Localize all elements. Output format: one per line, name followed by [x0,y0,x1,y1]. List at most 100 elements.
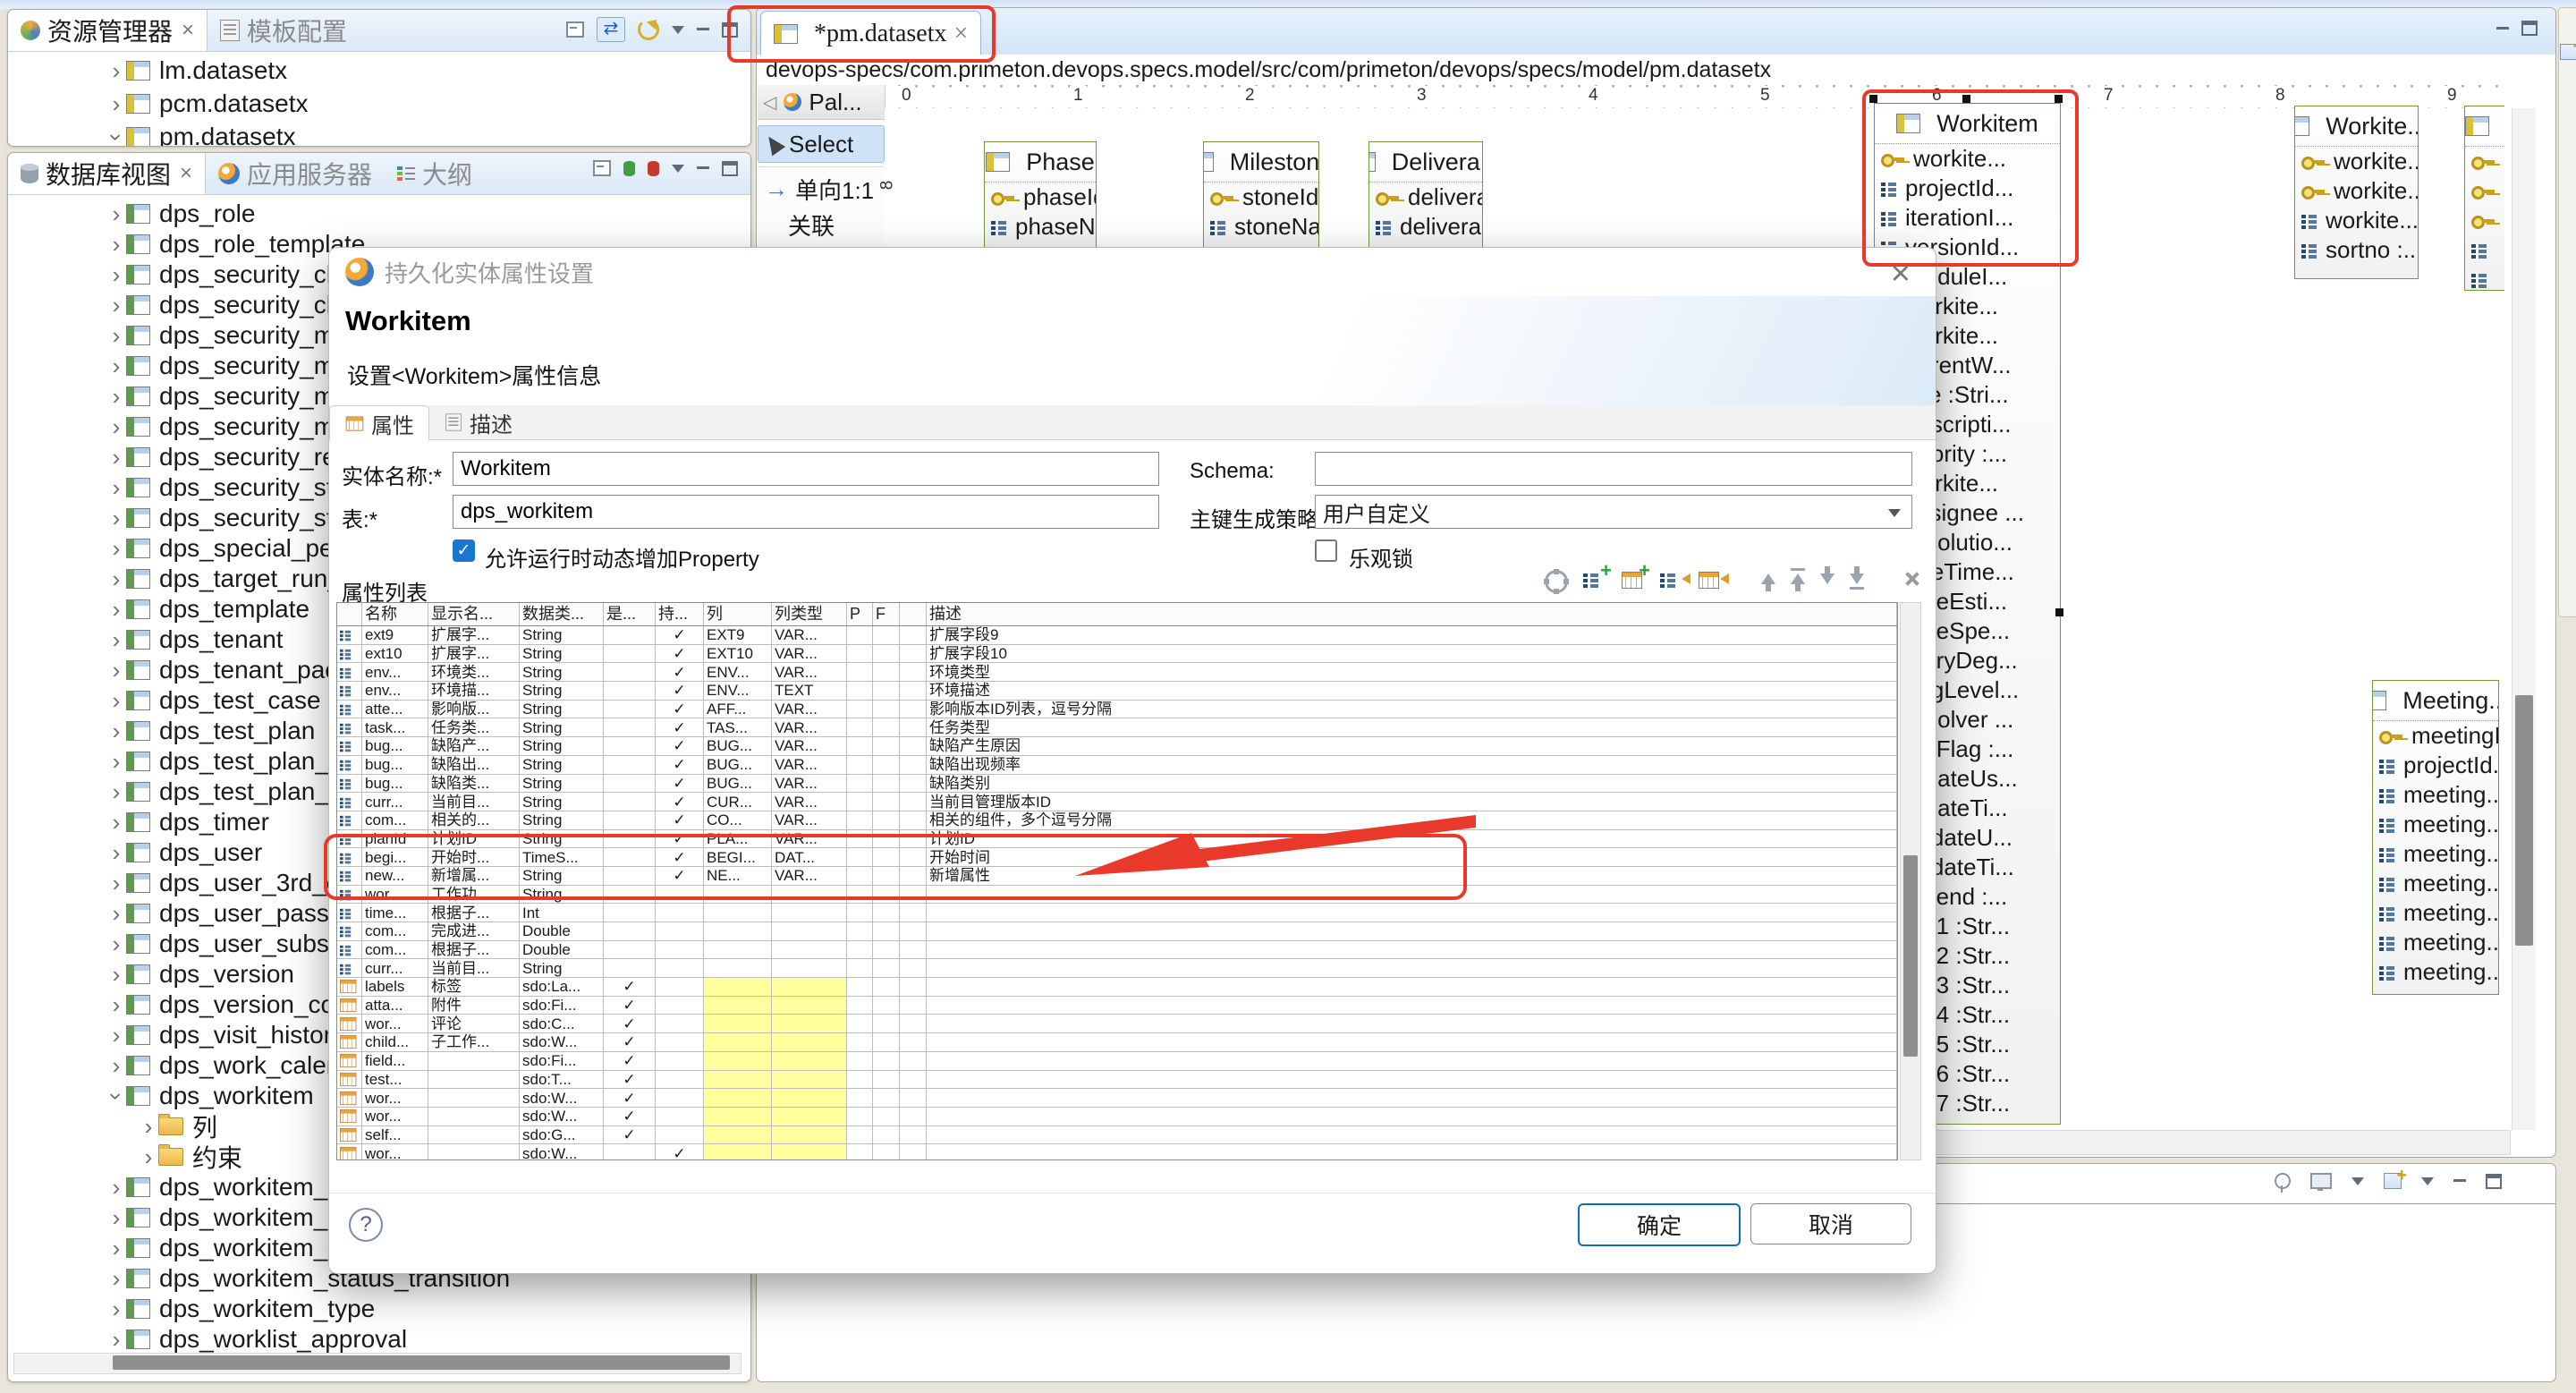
tree-item-dps_worklist_approval[interactable]: › dps_worklist_approval [106,1325,407,1354]
property-table-vscrollbar[interactable] [1900,602,1921,1160]
datatype-cell[interactable]: String [520,663,604,682]
datatype-cell[interactable]: sdo:W... [520,1144,604,1159]
selection-handle[interactable] [2055,608,2063,616]
tree-chevron-icon[interactable]: › [106,1326,126,1354]
name-cell[interactable]: com... [362,922,428,940]
name-cell[interactable]: planId [362,829,428,848]
column-type-cell[interactable] [772,922,847,940]
tree-chevron-icon[interactable]: › [106,1265,126,1293]
column-type-cell[interactable] [772,1144,847,1159]
property-row-new...[interactable]: new... 新增属... String ✓ NE... VAR... 新增属性 [337,866,1897,886]
dialog-tab-properties[interactable]: 属性 [329,405,429,441]
name-cell[interactable]: bug... [362,737,428,755]
persist-cell[interactable] [656,940,704,959]
spacer-cell[interactable] [900,1051,927,1070]
column-header-显示名...[interactable]: 显示名... [428,603,520,625]
required-cell[interactable]: ✓ [604,996,656,1015]
entity-field[interactable]: workite... [1875,144,2060,174]
f-cell[interactable] [873,774,900,793]
entity-deliverable[interactable]: Delivera... deliverab... deliverab... [1368,141,1483,259]
tree-item-dps_visit_history[interactable]: › dps_visit_history [106,1021,344,1049]
tree-chevron-icon[interactable]: › [106,565,126,593]
table-settings-icon[interactable] [1545,568,1568,593]
column-cell[interactable] [704,1051,772,1070]
tree-chevron-icon[interactable]: › [106,809,126,837]
required-cell[interactable] [604,848,656,866]
f-cell[interactable] [873,811,900,829]
tree-chevron-icon[interactable]: › [106,596,126,624]
f-cell[interactable] [873,866,900,885]
datatype-cell[interactable]: String [520,885,604,904]
column-type-cell[interactable] [772,885,847,904]
name-cell[interactable]: atta... [362,996,428,1015]
column-type-cell[interactable]: VAR... [772,700,847,718]
tab-resource-explorer[interactable]: 资源管理器 × [8,10,208,51]
p-cell[interactable] [847,718,873,737]
description-cell[interactable]: 缺陷出现频率 [927,755,1897,774]
required-cell[interactable]: ✓ [604,1107,656,1125]
column-cell[interactable]: BEGI... [704,848,772,866]
property-row-planId[interactable]: planId 计划ID String ✓ PLA... VAR... 计划ID [337,829,1897,849]
p-cell[interactable] [847,682,873,700]
tree-chevron-icon[interactable]: › [106,626,126,654]
tree-item-dps_workitem_type[interactable]: › dps_workitem_type [106,1295,376,1323]
move-down-icon[interactable] [1820,566,1835,584]
maximize-view-icon[interactable] [722,21,738,38]
name-cell[interactable]: test... [362,1070,428,1089]
entity-field[interactable] [2465,176,2504,206]
p-cell[interactable] [847,755,873,774]
property-row-labels[interactable]: labels 标签 sdo:La... ✓ [337,978,1897,997]
p-cell[interactable] [847,1125,873,1144]
description-cell[interactable] [927,1033,1897,1051]
column-type-cell[interactable]: VAR... [772,793,847,811]
entity-field[interactable]: workite... [2295,206,2418,235]
display-name-cell[interactable]: 开始时... [428,848,520,866]
column-cell[interactable] [704,1089,772,1107]
column-cell[interactable] [704,885,772,904]
description-cell[interactable]: 当前目管理版本ID [927,793,1897,811]
cancel-button[interactable]: 取消 [1750,1203,1911,1244]
spacer-cell[interactable] [900,959,927,978]
description-cell[interactable] [927,1125,1897,1144]
entity-field[interactable]: meeting... [2373,780,2498,810]
display-name-cell[interactable] [428,1144,520,1159]
tree-chevron-icon[interactable]: › [106,1295,126,1323]
tree-chevron-icon[interactable]: › [106,687,126,715]
tree-chevron-icon[interactable]: › [106,778,126,806]
required-cell[interactable]: ✓ [604,1070,656,1089]
f-cell[interactable] [873,1089,900,1107]
attribute-link-icon[interactable] [1660,568,1690,590]
console-dropdown-icon[interactable] [2351,1176,2364,1185]
entity-field[interactable] [2465,235,2504,265]
required-cell[interactable] [604,663,656,682]
name-cell[interactable]: wor... [362,1089,428,1107]
link-with-editor-icon[interactable]: ⇄ [597,17,625,42]
tree-item-lm.datasetx[interactable]: › lm.datasetx [106,56,288,85]
spacer-cell[interactable] [900,848,927,866]
editor-tab-pm-datasetx[interactable]: *pm.datasetx × [760,11,982,55]
property-row-atta...[interactable]: atta... 附件 sdo:Fi... ✓ [337,996,1897,1015]
column-cell[interactable] [704,1144,772,1159]
f-cell[interactable] [873,663,900,682]
help-button[interactable]: ? [349,1208,383,1242]
p-cell[interactable] [847,626,873,644]
name-cell[interactable]: wor... [362,1107,428,1125]
required-cell[interactable]: ✓ [604,978,656,996]
tree-chevron-icon[interactable]: › [106,930,126,958]
schema-field[interactable] [1315,452,1912,486]
name-cell[interactable]: com... [362,811,428,829]
tree-chevron-icon[interactable]: › [106,474,126,502]
column-type-cell[interactable]: VAR... [772,718,847,737]
entity-phase[interactable]: Phase phaseId ... phaseNa... [984,141,1097,259]
persist-cell[interactable] [656,1051,704,1070]
p-cell[interactable] [847,644,873,663]
tree-chevron-icon[interactable]: › [106,900,126,928]
required-cell[interactable] [604,700,656,718]
refresh-icon[interactable] [638,19,659,40]
display-name-cell[interactable] [428,1125,520,1144]
required-cell[interactable] [604,904,656,922]
column-cell[interactable]: NE... [704,866,772,885]
column-type-cell[interactable] [772,1089,847,1107]
property-row-bug...[interactable]: bug... 缺陷类... String ✓ BUG... VAR... 缺陷类别 [337,774,1897,794]
required-cell[interactable] [604,793,656,811]
